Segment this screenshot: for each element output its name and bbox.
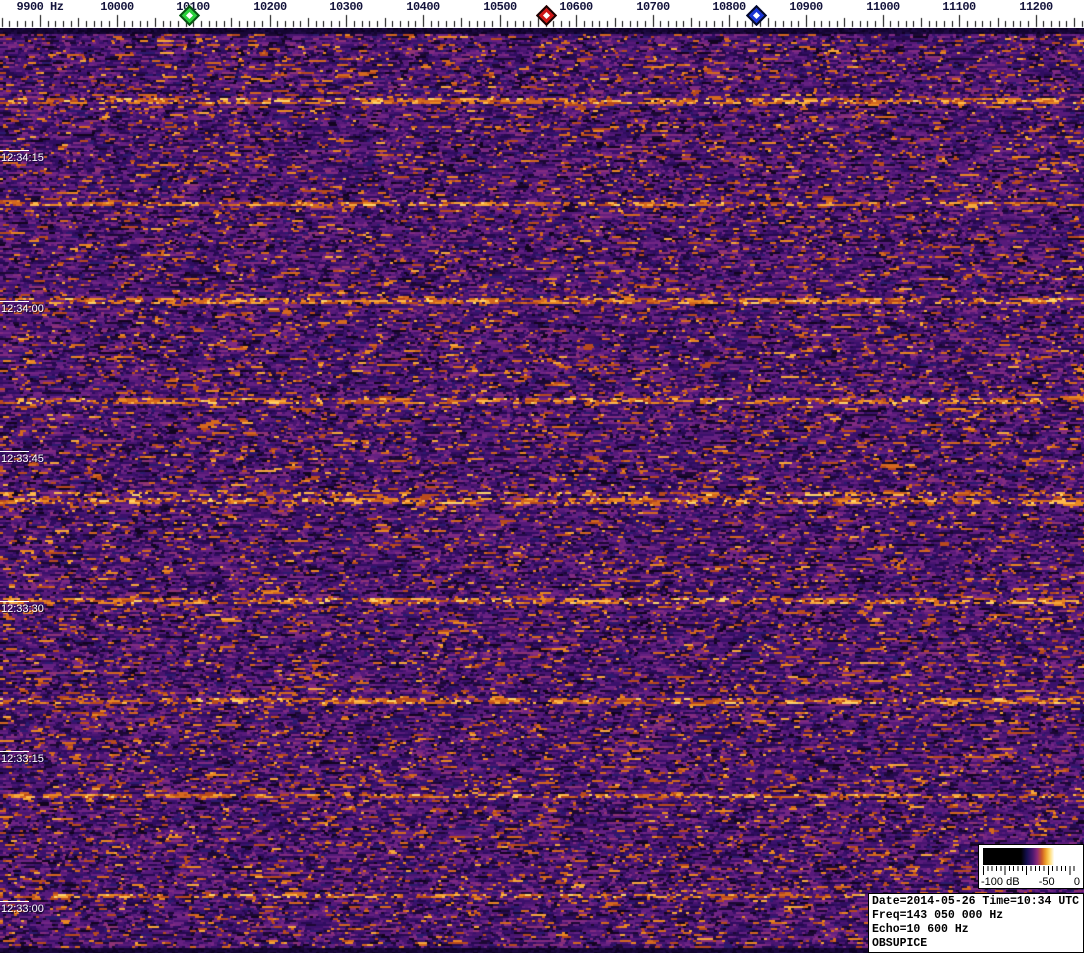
legend-labels: -100 dB -50 0 — [981, 876, 1080, 888]
time-label-text: 12:33:45 — [1, 453, 44, 465]
freq-label-10200: 10200 — [253, 0, 287, 14]
green-marker-center-dot — [185, 11, 194, 20]
legend-tick-ruler — [983, 866, 1078, 875]
freq-label-10300: 10300 — [329, 0, 363, 14]
time-label-text: 12:34:00 — [1, 303, 44, 315]
freq-label-10000: 10000 — [100, 0, 134, 14]
time-tick-123415: 12:34:15 — [0, 150, 44, 164]
info-date-time: Date=2014-05-26 Time=10:34 UTC — [872, 895, 1080, 908]
color-gradient-bar — [983, 848, 1078, 865]
waterfall-spectrogram[interactable] — [0, 28, 1084, 953]
freq-label-10900: 10900 — [789, 0, 823, 14]
time-tick-123300: 12:33:00 — [0, 901, 44, 915]
legend-label-max: 0 — [1073, 876, 1080, 888]
db-color-scale-legend: -100 dB -50 0 — [978, 844, 1084, 889]
freq-label-10500: 10500 — [483, 0, 517, 14]
blue-marker-center-dot — [752, 11, 761, 20]
freq-label-10400: 10400 — [406, 0, 440, 14]
time-label-text: 12:33:00 — [1, 903, 44, 915]
freq-label-10600: 10600 — [559, 0, 593, 14]
legend-label-mid: -50 — [1038, 876, 1055, 888]
legend-label-min: -100 dB — [981, 876, 1020, 888]
red-marker-center-dot — [542, 11, 551, 20]
time-tick-123345: 12:33:45 — [0, 451, 44, 465]
freq-label-9900-hz: 9900 Hz — [16, 0, 64, 14]
info-echo: Echo=10 600 Hz — [872, 923, 969, 936]
time-tick-123315: 12:33:15 — [0, 751, 44, 765]
time-tick-123400: 12:34:00 — [0, 301, 44, 315]
spectrogram-app-window: 9900 Hz 10000 10100 10200 10300 10400 10500 106… — [0, 0, 1084, 953]
time-label-text: 12:33:30 — [1, 603, 44, 615]
freq-label-11100: 11100 — [942, 0, 976, 14]
info-frequency: Freq=143 050 000 Hz — [872, 909, 1004, 922]
frequency-ruler[interactable]: 9900 Hz 10000 10100 10200 10300 10400 10500 106… — [0, 0, 1084, 28]
freq-label-11200: 11200 — [1019, 0, 1053, 14]
info-station: OBSUPICE — [872, 937, 928, 950]
time-tick-123330: 12:33:30 — [0, 601, 44, 615]
freq-label-11000: 11000 — [866, 0, 900, 14]
time-label-text: 12:33:15 — [1, 753, 44, 765]
freq-label-10800: 10800 — [712, 0, 746, 14]
time-label-text: 12:34:15 — [1, 152, 44, 164]
freq-label-10700: 10700 — [636, 0, 670, 14]
status-info-box: Date=2014-05-26 Time=10:34 UTC Freq=143 … — [868, 893, 1084, 953]
